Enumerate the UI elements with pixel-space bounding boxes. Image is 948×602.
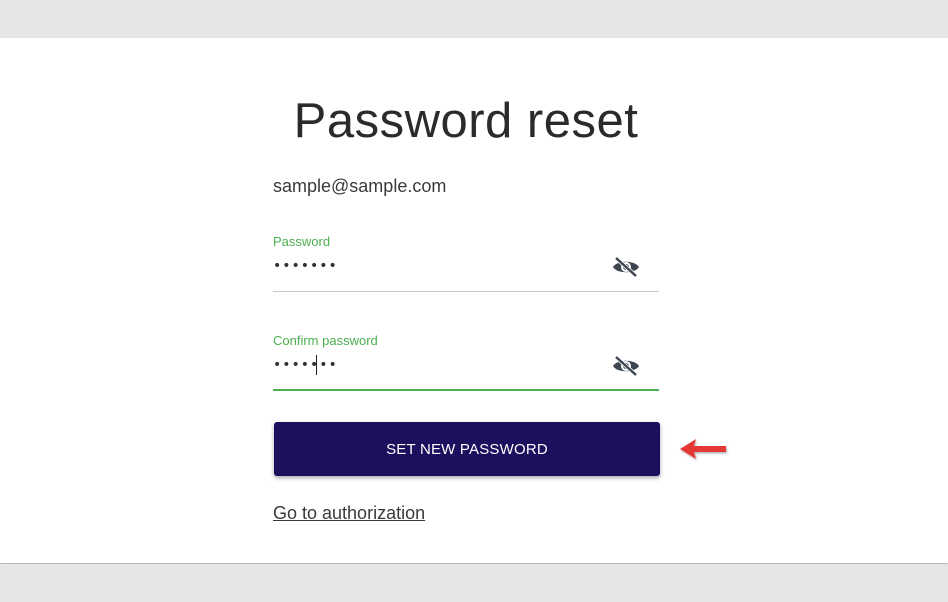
eye-off-icon[interactable] — [611, 355, 641, 377]
top-band — [0, 0, 948, 38]
page-title: Password reset — [293, 94, 639, 148]
password-underline — [273, 291, 659, 292]
go-to-authorization-link[interactable]: Go to authorization — [273, 503, 425, 524]
confirm-password-input[interactable] — [273, 351, 603, 379]
password-label: Password — [273, 234, 331, 249]
eye-off-icon[interactable] — [611, 256, 641, 278]
set-new-password-button[interactable]: SET NEW PASSWORD — [274, 422, 660, 476]
confirm-password-label: Confirm password — [273, 333, 378, 348]
arrow-left-icon — [678, 436, 730, 469]
confirm-password-field: Confirm password — [273, 333, 659, 393]
confirm-password-underline — [273, 389, 659, 391]
text-caret — [316, 355, 317, 375]
password-input[interactable] — [273, 252, 603, 280]
password-field: Password — [273, 234, 659, 294]
email-display: sample@sample.com — [273, 176, 447, 196]
bottom-band — [0, 564, 948, 602]
